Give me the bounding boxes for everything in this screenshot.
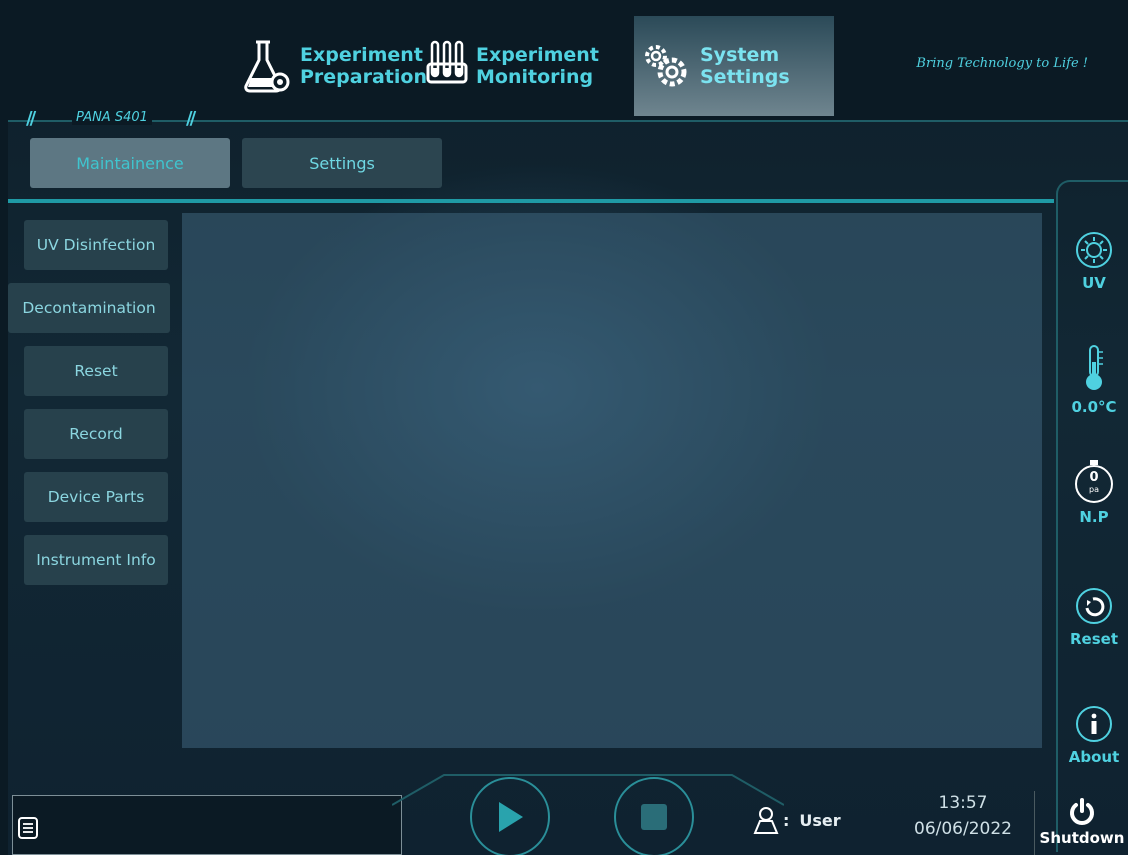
user-name: User	[799, 810, 841, 830]
main-content-panel	[182, 213, 1042, 748]
section-divider	[8, 199, 1054, 203]
subtab-settings[interactable]: Settings	[242, 138, 442, 188]
power-icon	[1070, 798, 1094, 825]
slash-decoration-right: //	[186, 108, 196, 129]
play-icon	[499, 802, 523, 832]
reset-action[interactable]: Reset	[1058, 586, 1128, 648]
log-box[interactable]	[12, 795, 402, 855]
tab-experiment-preparation-label: Experiment Preparation	[300, 44, 427, 88]
uv-label: UV	[1082, 274, 1106, 292]
clock-time: 13:57	[938, 793, 988, 813]
tab-experiment-monitoring-label: Experiment Monitoring	[476, 44, 599, 88]
pressure-label: N.P	[1079, 508, 1109, 526]
uv-lamp-icon	[1076, 232, 1112, 268]
slash-decoration-left: //	[26, 108, 36, 129]
gears-icon	[645, 45, 687, 87]
reset-label: Reset	[1070, 630, 1118, 648]
pressure-status: 0 pa N.P	[1058, 460, 1128, 526]
right-status-rail: UV 0.0°C 0 pa N.P Reset About	[1056, 180, 1128, 852]
shutdown-label: Shutdown	[1039, 829, 1125, 847]
flask-gear-icon	[244, 40, 290, 93]
clock-date: 06/06/2022	[914, 819, 1012, 839]
app-frame: Experiment Preparation Experiment Monito…	[8, 8, 1128, 855]
pressure-value: 0	[1089, 470, 1099, 485]
start-button[interactable]	[470, 777, 550, 855]
tab-experiment-monitoring[interactable]: Experiment Monitoring	[426, 16, 599, 116]
clock: 13:57 06/06/2022	[903, 793, 1023, 839]
model-divider	[8, 120, 1128, 122]
top-bar: Experiment Preparation Experiment Monito…	[8, 8, 1128, 120]
reset-icon	[1076, 588, 1112, 624]
model-row: // PANA S401 //	[8, 108, 1128, 130]
stop-button[interactable]	[614, 777, 694, 855]
about-label: About	[1068, 748, 1120, 766]
user-info[interactable]: : User	[753, 805, 841, 835]
subtab-maintainence[interactable]: Maintainence	[30, 138, 230, 188]
tab-experiment-preparation[interactable]: Experiment Preparation	[242, 16, 427, 116]
user-separator: :	[783, 810, 790, 830]
tube-rack-icon	[426, 40, 468, 84]
tab-system-settings[interactable]: System Settings	[634, 16, 834, 116]
menu-item-reset[interactable]: Reset	[24, 346, 168, 396]
device-model-name: PANA S401	[72, 110, 152, 125]
uv-status[interactable]: UV	[1058, 230, 1128, 292]
user-icon	[753, 807, 779, 834]
menu-item-instrument-info[interactable]: Instrument Info	[24, 535, 168, 585]
pressure-unit: pa	[1089, 485, 1099, 494]
temperature-value: 0.0°C	[1071, 398, 1117, 416]
control-well-outline	[392, 774, 784, 806]
menu-item-uv-disinfection[interactable]: UV Disinfection	[24, 220, 168, 270]
bottom-bar: : User 13:57 06/06/2022 Shutdown	[8, 774, 1128, 855]
tab-system-settings-label: System Settings	[700, 44, 790, 88]
menu-item-record[interactable]: Record	[24, 409, 168, 459]
menu-item-device-parts[interactable]: Device Parts	[24, 472, 168, 522]
brand-tagline: Bring Technology to Life !	[916, 56, 1088, 71]
shutdown-button[interactable]: Shutdown	[1034, 791, 1128, 855]
temperature-status: 0.0°C	[1058, 342, 1128, 416]
menu-item-decontamination[interactable]: Decontamination	[8, 283, 170, 333]
thermometer-icon	[1086, 345, 1103, 390]
document-list-icon	[18, 817, 38, 839]
stop-icon	[641, 804, 667, 830]
info-icon	[1076, 706, 1112, 742]
about-action[interactable]: About	[1058, 704, 1128, 766]
